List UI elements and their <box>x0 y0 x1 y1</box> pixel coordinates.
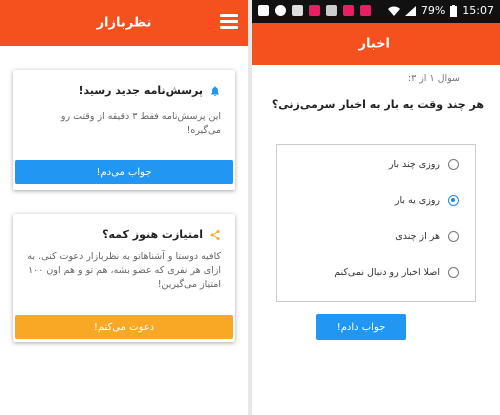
app-bar: اخبار <box>252 23 500 65</box>
bell-icon <box>211 85 219 96</box>
wifi-icon <box>387 6 400 16</box>
notification-icon <box>326 5 337 16</box>
card-body: کافیه دوستا و آشناهاتو به نظربازار دعوت … <box>27 251 221 290</box>
card-title: پرسش‌نامه جدید رسید! <box>78 84 203 97</box>
invite-card: امتیازت هنوز کمه؟ کافیه دوستا و آشناهاتو… <box>13 214 235 342</box>
option-label: روزی یه بار <box>394 195 440 206</box>
question-text: هر چند وقت یه بار به اخبار سرمی‌زنی؟ <box>271 98 484 111</box>
battery-icon <box>450 4 458 17</box>
clock: 15:07 <box>462 4 494 17</box>
option-0[interactable]: روزی چند بار <box>389 159 459 170</box>
option-3[interactable]: اصلا اخبار رو دنبال نمی‌کنم <box>334 267 459 278</box>
radio-button[interactable] <box>448 231 459 242</box>
answer-button[interactable]: جواب می‌دم! <box>15 160 233 184</box>
app-bar: نظربازار <box>0 0 248 46</box>
question-counter: سوال ۱ از ۳: <box>407 73 460 84</box>
notification-icons <box>258 5 371 16</box>
survey-screen: 79% 15:07 اخبار سوال ۱ از ۳: هر چند وقت … <box>252 0 500 415</box>
option-2[interactable]: هر از چندی <box>395 231 459 242</box>
option-1[interactable]: روزی یه بار <box>395 195 459 206</box>
app-icon <box>309 5 320 16</box>
new-survey-card: پرسش‌نامه جدید رسید! این پرسش‌نامه فقط ۳… <box>13 70 235 190</box>
card-body: این پرسش‌نامه فقط ۳ دقیقه از وقتت رو می‌… <box>60 111 221 136</box>
option-label: روزی چند بار <box>388 159 440 170</box>
app-title: نظربازار <box>96 15 152 31</box>
radio-button[interactable] <box>448 267 459 278</box>
app-icon <box>360 5 371 16</box>
app-icon <box>343 5 354 16</box>
radio-button[interactable] <box>448 159 459 170</box>
option-label: اصلا اخبار رو دنبال نمی‌کنم <box>334 267 440 278</box>
home-screen: نظربازار پرسش‌نامه جدید رسید! این پرسش‌ن… <box>0 0 248 415</box>
card-title: امتیازت هنوز کمه؟ <box>102 228 203 241</box>
battery-percent: 79% <box>420 4 446 17</box>
notification-icon <box>258 5 269 16</box>
card-title-row: امتیازت هنوز کمه؟ <box>102 228 221 241</box>
status-bar: 79% 15:07 <box>252 0 500 23</box>
submit-button[interactable]: جواب دادم! <box>316 314 406 340</box>
signal-icon <box>404 5 416 16</box>
telegram-icon <box>275 5 286 16</box>
card-title-row: پرسش‌نامه جدید رسید! <box>78 84 221 97</box>
share-icon <box>210 229 220 240</box>
notification-icon <box>292 5 303 16</box>
invite-button[interactable]: دعوت می‌کنم! <box>15 315 233 339</box>
option-label: هر از چندی <box>395 231 440 242</box>
system-icons: 79% 15:07 <box>387 4 494 17</box>
menu-icon[interactable] <box>220 14 238 30</box>
answer-options: روزی چند بار روزی یه بار هر از چندی اصلا… <box>276 144 476 302</box>
app-title: اخبار <box>358 36 391 52</box>
radio-button-selected[interactable] <box>448 195 459 206</box>
